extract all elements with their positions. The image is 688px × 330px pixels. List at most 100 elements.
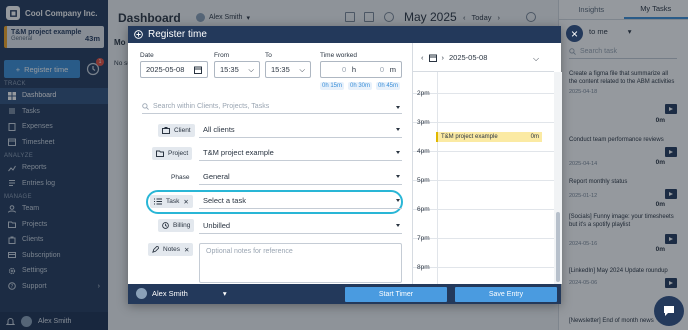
billing-tag-label: Billing [173, 222, 191, 229]
quick-time-30[interactable]: 0h 30m [348, 82, 373, 90]
search-icon [142, 103, 149, 110]
phase-value: General [203, 172, 230, 181]
calendar-scrollbar[interactable] [554, 72, 562, 284]
hour-line [413, 122, 554, 123]
chevron-down-icon: ⌵ [248, 64, 254, 74]
billing-value: Unbilled [203, 221, 231, 230]
briefcase-icon [162, 127, 170, 134]
client-select[interactable]: All clients [199, 122, 402, 138]
event-label: T&M project example [441, 134, 498, 140]
pencil-icon [152, 246, 159, 253]
hour-label: 5pm [417, 177, 430, 184]
modal-footer: Alex Smith ▾ Start Timer Save Entry [128, 284, 561, 304]
task-select[interactable]: Select a task [199, 193, 402, 209]
entity-search-input[interactable]: Search within Clients, Projects, Tasks [142, 100, 402, 114]
close-button[interactable]: × [566, 25, 583, 42]
hour-label: 6pm [417, 206, 430, 213]
date-input[interactable]: 2025-05-08 [140, 61, 208, 78]
hour-label: 4pm [417, 148, 430, 155]
hour-line [413, 209, 554, 210]
calendar-icon[interactable] [428, 54, 437, 62]
chevron-down-icon: ⌵ [299, 64, 305, 74]
save-entry-button[interactable]: Save Entry [455, 287, 557, 302]
from-time-select[interactable]: 15:35 ⌵ [214, 61, 260, 78]
next-day-icon[interactable]: › [442, 53, 445, 62]
close-icon[interactable]: ✕ [184, 246, 189, 254]
modal-title: Register time [148, 29, 207, 40]
task-value: Select a task [203, 196, 246, 205]
date-label: Date [140, 52, 154, 59]
hour-label: 8pm [417, 264, 430, 271]
to-label: To [265, 52, 272, 59]
hours-unit: h [351, 65, 357, 74]
chevron-down-icon [396, 224, 400, 227]
calendar-icon [194, 66, 202, 74]
quick-time-15[interactable]: 0h 15m [320, 82, 345, 90]
project-tag: Project [152, 147, 193, 160]
hour-line [413, 93, 554, 94]
chevron-down-icon [396, 151, 400, 154]
footer-user-select[interactable]: Alex Smith ▾ [136, 288, 227, 299]
chevron-down-icon [396, 106, 400, 109]
chevron-down-icon: ▾ [222, 289, 227, 298]
calendar-nav: ‹ › 2025-05-08 [421, 53, 487, 62]
to-value: 15:35 [271, 65, 290, 74]
avatar [136, 288, 147, 299]
modal-header: Register time [128, 26, 561, 43]
hour-line [413, 267, 554, 268]
event-duration: 0m [530, 134, 539, 140]
to-time-select[interactable]: 15:35 ⌵ [265, 61, 311, 78]
date-value: 2025-05-08 [146, 65, 185, 74]
quick-time-45[interactable]: 0h 45m [376, 82, 401, 90]
project-tag-label: Project [168, 150, 189, 157]
phase-tag-label: Phase [171, 174, 190, 181]
client-tag: Client [158, 124, 195, 137]
chevron-down-icon[interactable]: ⌵ [533, 54, 539, 64]
folder-icon [156, 150, 164, 157]
chevron-down-icon [396, 128, 400, 131]
hour-line [413, 180, 554, 181]
calendar-date: 2025-05-08 [449, 53, 488, 62]
minutes-value[interactable]: 0 [380, 65, 384, 74]
project-select[interactable]: T&M project example [199, 145, 402, 161]
hours-value[interactable]: 0 [342, 65, 346, 74]
footer-user-name: Alex Smith [152, 289, 188, 298]
chevron-down-icon [396, 199, 400, 202]
clock-icon [162, 222, 169, 229]
hour-line [413, 238, 554, 239]
chat-icon [664, 306, 674, 316]
notes-placeholder: Optional notes for reference [206, 248, 293, 255]
billing-select[interactable]: Unbilled [199, 218, 402, 234]
time-gutter-line [437, 72, 438, 284]
entity-search-placeholder: Search within Clients, Projects, Tasks [153, 103, 270, 110]
time-worked-input[interactable]: 0 h 0 m [320, 61, 402, 78]
phase-select[interactable]: General [199, 169, 402, 185]
chat-button[interactable] [654, 296, 684, 326]
from-value: 15:35 [220, 65, 239, 74]
calendar-event[interactable]: T&M project example 0m [436, 132, 542, 142]
prev-day-icon[interactable]: ‹ [421, 53, 424, 62]
from-label: From [214, 52, 230, 59]
notes-tag[interactable]: Notes ✕ [148, 243, 194, 256]
chevron-down-icon [396, 175, 400, 178]
start-timer-button[interactable]: Start Timer [345, 287, 447, 302]
hour-label: 3pm [417, 119, 430, 126]
notes-tag-label: Notes [163, 246, 180, 253]
hour-label: 7pm [417, 235, 430, 242]
client-tag-label: Client [174, 127, 191, 134]
close-icon[interactable]: ✕ [183, 198, 188, 206]
scrollbar-thumb[interactable] [556, 212, 560, 282]
notes-textarea[interactable]: Optional notes for reference [199, 243, 402, 283]
plus-circle-icon [134, 30, 143, 39]
time-worked-label: Time worked [320, 52, 357, 59]
register-time-modal: Register time Date 2025-05-08 From 15:35… [128, 26, 562, 304]
billing-tag[interactable]: Billing [158, 219, 195, 232]
calendar-divider [413, 71, 554, 72]
day-calendar: ‹ › 2025-05-08 ⌵ 2pm 3pm 4pm 5pm 6pm 7pm… [412, 43, 562, 284]
hour-label: 2pm [417, 90, 430, 97]
list-icon [154, 198, 162, 205]
hour-line [413, 151, 554, 152]
task-tag[interactable]: Task ✕ [150, 195, 193, 208]
project-value: T&M project example [203, 148, 274, 157]
phase-tag: Phase [167, 171, 193, 184]
